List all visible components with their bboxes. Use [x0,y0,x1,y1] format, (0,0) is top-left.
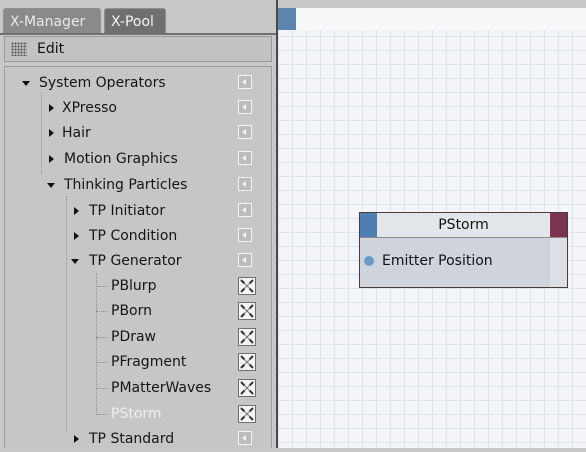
collapse-arrow-icon[interactable] [74,232,79,240]
tree-item-label: Hair [62,125,91,141]
tree-item-label: TP Generator [89,253,182,269]
expand-arrow-icon[interactable] [47,183,55,188]
tree-item-label: PBlurp [111,278,157,294]
tree-item-tp-standard[interactable]: TP Standard [5,427,271,452]
canvas-header-strip [278,8,586,30]
expand-arrow-icon[interactable] [71,259,79,264]
tree-item-pfragment[interactable]: PFragment [5,350,271,375]
collapse-arrow-icon[interactable] [74,207,79,215]
tree-item-label: PStorm [111,406,162,422]
tree-item-tp-generator[interactable]: TP Generator [5,249,271,274]
node-title: PStorm [438,217,489,233]
tree-item-label: TP Standard [89,431,175,447]
tree-item-label: TP Initiator [89,203,166,219]
tree-item-pmatterwaves[interactable]: PMatterWaves [5,376,271,401]
tree-item-label: PFragment [111,354,187,370]
folder-group-icon [238,100,252,114]
folder-group-icon [238,177,252,191]
edit-menu[interactable]: Edit [37,37,64,61]
operator-node-icon[interactable] [238,405,256,423]
collapse-arrow-icon[interactable] [49,104,54,112]
tree-item-tp-initiator[interactable]: TP Initiator [5,199,271,224]
tree-item-motion-graphics[interactable]: Motion Graphics [5,147,271,172]
tree-item-pstorm[interactable]: PStorm [5,402,271,427]
tree-item-label: Thinking Particles [64,177,188,193]
input-port-dot-icon[interactable] [364,256,374,266]
tree-item-xpresso[interactable]: XPresso [5,96,271,121]
tab-divider [0,33,276,35]
tree-item-label: PDraw [111,329,157,345]
folder-group-icon [238,253,252,267]
tab-bar: X-Manager X-Pool [0,0,276,35]
node-output-column [550,238,567,287]
tree-item-pdraw[interactable]: PDraw [5,325,271,350]
pstorm-node[interactable]: PStorm Emitter Position [359,212,568,288]
folder-group-icon [238,431,252,445]
tree-item-label: System Operators [39,75,166,91]
node-output-ports-button[interactable] [550,213,567,237]
pool-toolbar: Edit [4,36,272,62]
tree-item-pblurp[interactable]: PBlurp [5,274,271,299]
input-port-label: Emitter Position [382,253,493,269]
tree-item-label: Motion Graphics [64,151,178,167]
folder-group-icon [238,75,252,89]
node-input-ports-button[interactable] [360,213,377,237]
node-header[interactable]: PStorm [360,213,567,238]
tree-item-thinking-particles[interactable]: Thinking Particles [5,173,271,198]
operator-node-icon[interactable] [238,277,256,295]
folder-group-icon [238,228,252,242]
tree-item-label: XPresso [62,100,118,116]
folder-group-icon [238,151,252,165]
tree-item-tp-condition[interactable]: TP Condition [5,224,271,249]
canvas-corner-marker [278,8,296,30]
tree-item-system-operators[interactable]: System Operators [5,71,271,96]
operator-node-icon[interactable] [238,379,256,397]
operator-node-icon[interactable] [238,353,256,371]
tree-item-label: PBorn [111,303,152,319]
folder-group-icon [238,203,252,217]
tab-x-pool[interactable]: X-Pool [104,8,166,34]
collapse-arrow-icon[interactable] [49,155,54,163]
tab-x-manager[interactable]: X-Manager [3,8,101,34]
canvas-top-margin [278,0,586,8]
grid-handle-icon[interactable] [11,42,27,56]
folder-group-icon [238,125,252,139]
collapse-arrow-icon[interactable] [49,129,54,137]
tree-item-label: PMatterWaves [111,380,212,396]
xpresso-pool-panel: X-Manager X-Pool Edit System Operators X… [0,0,276,448]
collapse-arrow-icon[interactable] [74,435,79,443]
tree-item-hair[interactable]: Hair [5,121,271,146]
operator-tree: System Operators XPresso Hair Motion Gra… [4,66,272,448]
tree-item-pborn[interactable]: PBorn [5,299,271,324]
operator-node-icon[interactable] [238,328,256,346]
tree-item-label: TP Condition [89,228,178,244]
operator-node-icon[interactable] [238,302,256,320]
expand-arrow-icon[interactable] [22,81,30,86]
